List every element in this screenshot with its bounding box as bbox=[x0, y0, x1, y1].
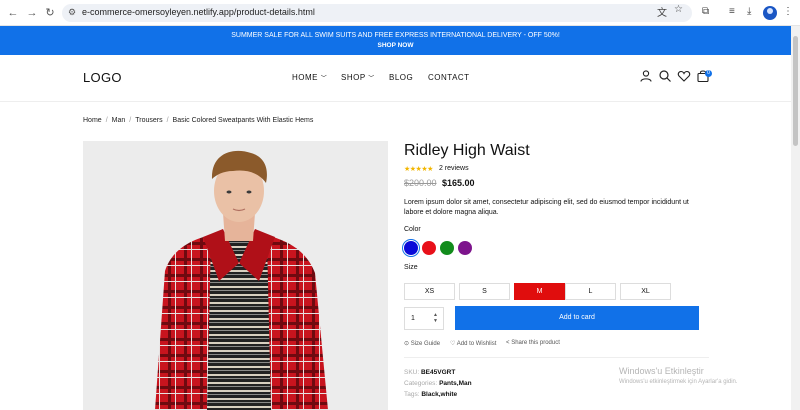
download-icon[interactable]: ⤓ bbox=[747, 6, 751, 17]
rating-stars: ★★★★★ bbox=[404, 166, 433, 173]
model-illustration bbox=[83, 141, 388, 410]
sku-row: SKU: BE45VGRT bbox=[404, 369, 455, 376]
translate-icon[interactable]: 文 bbox=[657, 4, 667, 19]
nav-home-label: HOME bbox=[292, 73, 318, 82]
size-option-xs[interactable]: XS bbox=[404, 283, 455, 300]
size-option-s[interactable]: S bbox=[459, 283, 510, 300]
breadcrumb-separator: / bbox=[105, 117, 108, 124]
breadcrumb-current: Basic Colored Sweatpants With Elastic He… bbox=[172, 117, 314, 124]
browser-toolbar: ← → ↻ ⚙ e-commerce-omersoyleyen.netlify.… bbox=[0, 0, 800, 26]
color-swatch-purple[interactable] bbox=[458, 241, 472, 255]
original-price: $200.00 bbox=[404, 178, 437, 188]
share-product-link[interactable]: < Share this product bbox=[506, 340, 560, 346]
quantity-stepper[interactable]: 1 ▲ ▼ bbox=[404, 307, 444, 330]
breadcrumb: Home / Man / Trousers / Basic Colored Sweatpan… bbox=[83, 117, 313, 124]
spinner-arrows-icon[interactable]: ▲ ▼ bbox=[433, 312, 438, 324]
sku-value: BE45VGRT bbox=[420, 369, 456, 376]
activation-watermark-subtitle: Windows'u etkinleştirmek için Ayarlar'a … bbox=[619, 379, 738, 385]
size-option-l[interactable]: L bbox=[565, 283, 616, 300]
chevron-down-icon: ﹀ bbox=[320, 76, 328, 82]
color-label: Color bbox=[404, 226, 421, 233]
sku-label: SKU: bbox=[404, 369, 420, 376]
forward-arrow-icon[interactable]: → bbox=[25, 6, 39, 20]
site-logo[interactable]: LOGO bbox=[83, 70, 122, 85]
user-icon[interactable] bbox=[639, 69, 653, 83]
share-icon: < bbox=[506, 340, 510, 346]
share-label: Share this product bbox=[511, 340, 560, 346]
breadcrumb-man[interactable]: Man bbox=[112, 117, 126, 124]
tags-value[interactable]: Black,white bbox=[421, 391, 457, 398]
ruler-icon: ⊙ bbox=[404, 341, 410, 347]
nav-blog[interactable]: BLOG bbox=[389, 73, 413, 82]
back-arrow-icon[interactable]: ← bbox=[6, 6, 20, 20]
nav-shop[interactable]: SHOP ﹀ bbox=[341, 73, 375, 82]
bookmark-star-icon[interactable]: ☆ bbox=[674, 4, 683, 15]
media-icon[interactable]: ≡ bbox=[729, 6, 735, 17]
promo-banner: SUMMER SALE FOR ALL SWIM SUITS AND FREE … bbox=[0, 26, 791, 55]
wishlist-label: Add to Wishlist bbox=[456, 341, 497, 347]
activation-watermark-title: Windows'u Etkinleştir bbox=[619, 366, 704, 376]
section-divider bbox=[404, 357, 709, 358]
cart-count-badge: 0 bbox=[705, 70, 712, 77]
size-label: Size bbox=[404, 264, 418, 271]
scrollbar-thumb[interactable] bbox=[793, 36, 798, 146]
categories-row: Categories: Pants,Man bbox=[404, 380, 472, 387]
categories-label: Categories: bbox=[404, 380, 438, 387]
chevron-down-icon: ﹀ bbox=[368, 76, 375, 82]
tags-row: Tags: Black,white bbox=[404, 391, 457, 398]
sale-price: $165.00 bbox=[442, 178, 475, 188]
breadcrumb-trousers[interactable]: Trousers bbox=[135, 117, 162, 124]
promo-text: SUMMER SALE FOR ALL SWIM SUITS AND FREE … bbox=[231, 32, 560, 39]
add-to-wishlist-link[interactable]: ♡ Add to Wishlist bbox=[450, 340, 496, 347]
size-option-m[interactable]: M bbox=[514, 283, 565, 300]
reload-icon[interactable]: ↻ bbox=[43, 6, 57, 20]
product-image[interactable] bbox=[83, 141, 388, 410]
shop-now-link[interactable]: SHOP NOW bbox=[0, 42, 791, 49]
add-to-cart-button[interactable]: Add to card bbox=[455, 306, 699, 330]
menu-kebab-icon[interactable]: ⋮ bbox=[783, 6, 793, 17]
tags-label: Tags: bbox=[404, 391, 420, 398]
review-count[interactable]: 2 reviews bbox=[439, 165, 469, 172]
profile-avatar[interactable] bbox=[763, 6, 777, 20]
extensions-icon[interactable]: ⧉ bbox=[702, 6, 709, 17]
breadcrumb-home[interactable]: Home bbox=[83, 117, 102, 124]
color-swatch-red[interactable] bbox=[422, 241, 436, 255]
breadcrumb-separator: / bbox=[166, 117, 169, 124]
product-description: Lorem ipsum dolor sit amet, consectetur … bbox=[404, 199, 689, 216]
size-guide-label: Size Guide bbox=[410, 341, 441, 347]
nav-shop-label: SHOP bbox=[341, 73, 366, 82]
address-bar[interactable]: ⚙ e-commerce-omersoyleyen.netlify.app/pr… bbox=[62, 4, 692, 22]
heart-icon: ♡ bbox=[450, 341, 456, 347]
color-swatch-blue[interactable] bbox=[402, 239, 420, 257]
quantity-value[interactable]: 1 bbox=[411, 315, 415, 322]
url-text[interactable]: e-commerce-omersoyleyen.netlify.app/prod… bbox=[82, 7, 315, 17]
heart-icon[interactable] bbox=[677, 69, 691, 83]
nav-home[interactable]: HOME ﹀ bbox=[292, 73, 327, 82]
nav-contact[interactable]: CONTACT bbox=[428, 73, 470, 82]
color-swatch-green[interactable] bbox=[440, 241, 454, 255]
search-icon[interactable] bbox=[658, 69, 672, 83]
categories-value[interactable]: Pants,Man bbox=[439, 380, 472, 387]
product-title: Ridley High Waist bbox=[404, 142, 530, 159]
breadcrumb-separator: / bbox=[129, 117, 132, 124]
size-option-xl[interactable]: XL bbox=[620, 283, 671, 300]
site-settings-icon[interactable]: ⚙ bbox=[68, 7, 76, 18]
site-header: LOGO HOME ﹀ SHOP ﹀ BLOG CONTACT bbox=[0, 55, 791, 102]
size-guide-link[interactable]: ⊙ Size Guide bbox=[404, 340, 440, 347]
